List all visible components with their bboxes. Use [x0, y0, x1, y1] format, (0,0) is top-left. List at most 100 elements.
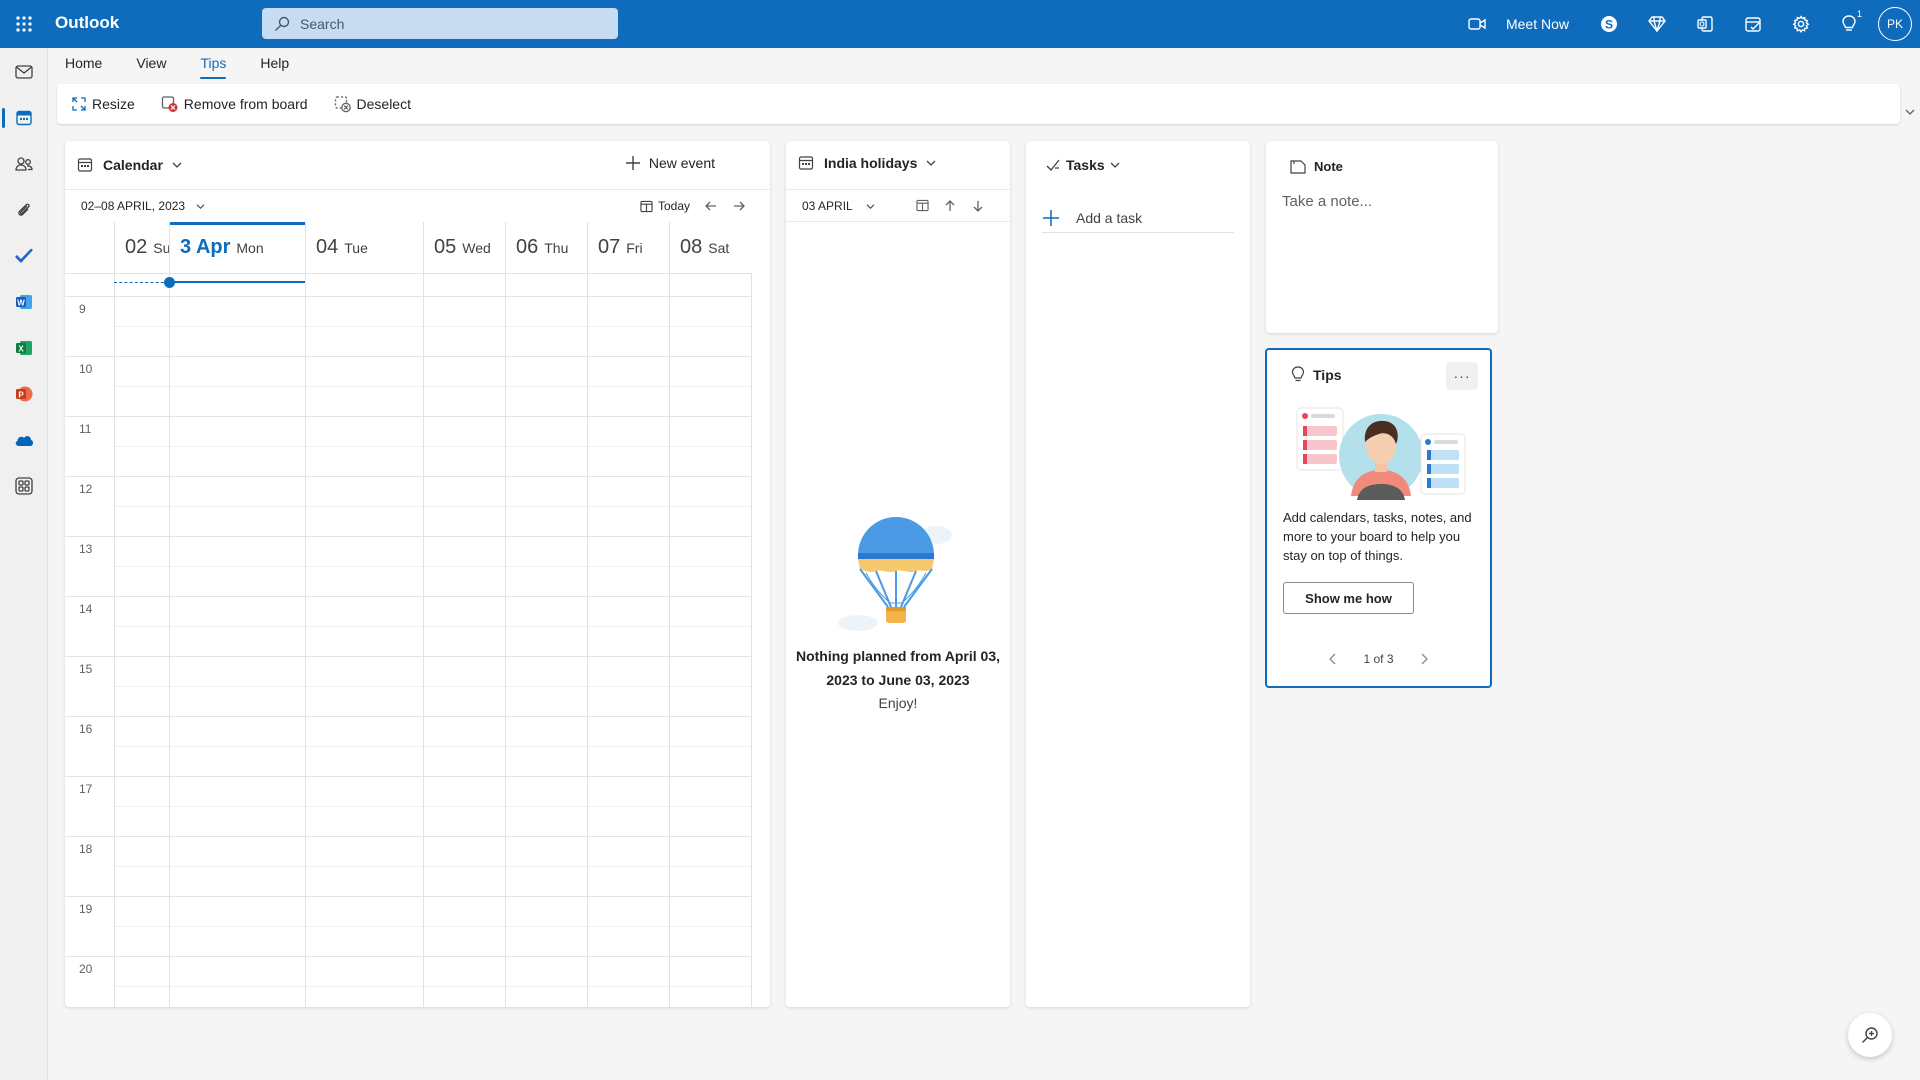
day-name: Mon [236, 239, 264, 256]
todo-icon[interactable] [0, 234, 48, 278]
holidays-card: India holidays 03 APRIL Nothing planned … [786, 141, 1010, 1007]
all-day-divider [65, 296, 751, 297]
my-day-icon[interactable] [1729, 0, 1777, 48]
app-title[interactable]: Outlook [55, 13, 119, 33]
day-column-divider [669, 273, 670, 1007]
settings-gear-icon[interactable] [1777, 0, 1825, 48]
previous-week-arrow-icon[interactable] [704, 199, 718, 213]
new-event-label: New event [648, 155, 715, 171]
premium-diamond-icon[interactable] [1633, 0, 1681, 48]
hot-air-balloon-illustration [836, 511, 960, 635]
remove-label: Remove from board [183, 96, 308, 112]
new-event-button[interactable]: New event [625, 155, 715, 171]
note-icon [1290, 159, 1306, 174]
meet-now-button[interactable]: Meet Now [1468, 16, 1569, 32]
avatar[interactable]: PK [1878, 7, 1912, 41]
chevron-down-icon [853, 203, 876, 210]
today-button[interactable]: Today [640, 199, 690, 213]
note-input[interactable] [1282, 193, 1482, 313]
half-hour-line [114, 326, 751, 327]
current-time-dot [164, 277, 175, 288]
powerpoint-icon[interactable]: P [0, 372, 48, 416]
calendar-today-icon[interactable] [916, 199, 929, 212]
chevron-left-icon[interactable] [1329, 653, 1337, 665]
day-header[interactable]: 02 Sun [114, 222, 169, 273]
ribbon-expand-chevron-icon[interactable] [1904, 108, 1916, 116]
add-task-button[interactable]: Add a task [1042, 203, 1234, 233]
hour-label: 11 [79, 422, 92, 436]
chevron-down-icon[interactable] [925, 159, 937, 167]
date-range-picker[interactable]: 02–08 APRIL, 2023 [81, 199, 206, 213]
tasks-header[interactable]: Tasks [1046, 157, 1121, 173]
calendar-today-icon [640, 200, 658, 213]
tab-tips[interactable]: Tips [183, 48, 243, 84]
tips-lightbulb-icon[interactable]: 1 [1825, 0, 1873, 48]
zoom-in-icon [1861, 1026, 1879, 1044]
day-header[interactable]: 04 Tue [305, 222, 423, 273]
task-check-icon [1046, 159, 1060, 171]
office-icon[interactable]: O [1681, 0, 1729, 48]
day-number: 06 [516, 236, 539, 258]
hour-label: 17 [79, 782, 93, 796]
holidays-title[interactable]: India holidays [824, 155, 917, 171]
chevron-down-icon[interactable] [171, 161, 183, 169]
calendar-title[interactable]: Calendar [103, 157, 163, 173]
next-week-arrow-icon[interactable] [732, 199, 746, 213]
zoom-button[interactable] [1848, 1013, 1892, 1057]
search-box[interactable] [262, 8, 618, 39]
calendar-grid[interactable]: 02 Sun 3 Apr Mon 04 Tue 05 Wed 06 Thu 07 Fri 08 Sat 9 1… [65, 222, 752, 1007]
svg-text:S: S [1605, 18, 1613, 32]
note-card: Note [1266, 141, 1498, 333]
onedrive-icon[interactable] [0, 418, 48, 462]
day-column-divider [505, 273, 506, 1007]
hour-line [65, 356, 751, 357]
search-icon [274, 16, 290, 32]
current-time-line-today [169, 281, 305, 283]
day-header[interactable]: 3 Apr Mon [169, 222, 305, 273]
half-hour-line [114, 506, 751, 507]
people-icon[interactable] [0, 142, 48, 186]
deselect-button[interactable]: Deselect [334, 95, 411, 113]
search-input[interactable] [300, 15, 600, 32]
word-icon[interactable]: W [0, 280, 48, 324]
day-name: Tue [344, 239, 368, 256]
arrow-down-icon[interactable] [971, 199, 985, 213]
half-hour-line [114, 446, 751, 447]
resize-button[interactable]: Resize [71, 96, 135, 112]
tab-view[interactable]: View [119, 48, 183, 84]
hour-label: 13 [79, 542, 93, 556]
day-header[interactable]: 05 Wed [423, 222, 505, 273]
calendar-icon [77, 157, 93, 173]
hour-label: 14 [79, 602, 93, 616]
hour-line [65, 896, 751, 897]
excel-icon[interactable]: X [0, 326, 48, 370]
half-hour-line [114, 866, 751, 867]
hour-line [65, 656, 751, 657]
day-column-divider [423, 273, 424, 1007]
remove-from-board-button[interactable]: Remove from board [161, 95, 308, 113]
arrow-up-icon[interactable] [943, 199, 957, 213]
day-header[interactable]: 08 Sat [669, 222, 751, 273]
day-number: 07 [598, 236, 621, 258]
day-header[interactable]: 06 Thu [505, 222, 587, 273]
half-hour-line [114, 986, 751, 987]
more-options-button[interactable]: ··· [1446, 362, 1478, 390]
day-name: Thu [544, 239, 569, 256]
more-apps-icon[interactable] [0, 464, 48, 508]
tab-home[interactable]: Home [48, 48, 119, 84]
show-me-how-button[interactable]: Show me how [1283, 582, 1414, 614]
tab-help[interactable]: Help [243, 48, 306, 84]
svg-text:P: P [18, 390, 24, 399]
tips-title: Tips [1313, 366, 1342, 383]
today-label: Today [657, 199, 690, 213]
skype-icon[interactable]: S [1585, 0, 1633, 48]
app-launcher-icon[interactable] [12, 12, 36, 36]
chevron-right-icon[interactable] [1420, 653, 1428, 665]
current-time-line [114, 282, 169, 283]
mail-icon[interactable] [0, 50, 48, 94]
day-header[interactable]: 07 Fri [587, 222, 669, 273]
hour-line [65, 596, 751, 597]
calendar-icon[interactable] [0, 96, 48, 140]
attachment-icon[interactable] [0, 188, 48, 232]
holidays-date-picker[interactable]: 03 APRIL [802, 199, 876, 213]
